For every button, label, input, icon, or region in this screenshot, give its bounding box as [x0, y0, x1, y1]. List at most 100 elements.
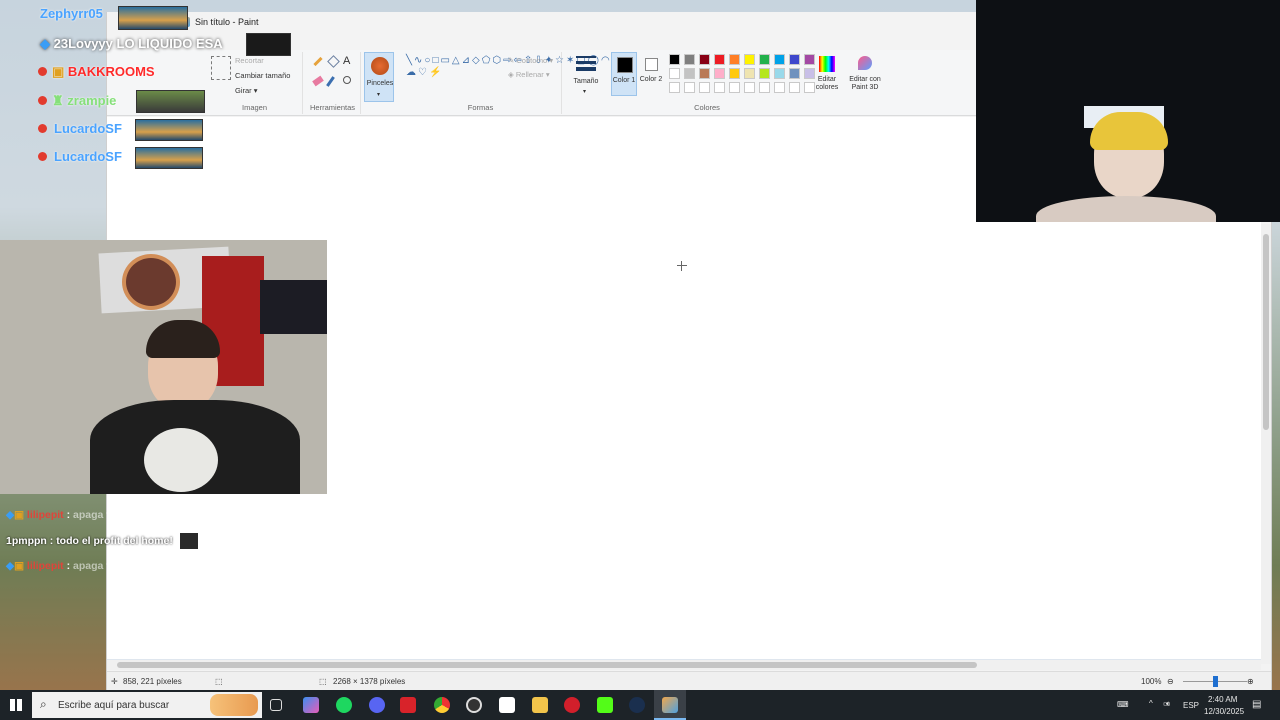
- palette-swatch[interactable]: [729, 54, 740, 65]
- pencil-icon[interactable]: [313, 56, 323, 67]
- capcut-icon[interactable]: [499, 697, 515, 713]
- vertical-scrollbar[interactable]: [1261, 224, 1271, 664]
- palette-swatch[interactable]: [669, 54, 680, 65]
- chat-message: ◆▣ lilipepit : apaga farro: [6, 509, 130, 521]
- volume-icon[interactable]: 🔈︎: [1166, 699, 1171, 709]
- spotify-icon[interactable]: [336, 697, 352, 713]
- opera-gx-icon[interactable]: [564, 697, 580, 713]
- palette-swatch[interactable]: [669, 82, 680, 93]
- notifications-icon[interactable]: ▤: [1252, 699, 1261, 710]
- palette-swatch[interactable]: [729, 82, 740, 93]
- chrome-icon[interactable]: [434, 697, 450, 713]
- windows-start-icon[interactable]: [10, 699, 22, 711]
- horizontal-scroll-thumb[interactable]: [117, 662, 977, 668]
- obs-mixer-icon[interactable]: [400, 697, 416, 713]
- search-box[interactable]: ⌕ Escribe aquí para buscar: [32, 692, 262, 718]
- color1-swatch: [617, 57, 633, 73]
- chat-message-text: todo el profit del home!: [56, 534, 173, 547]
- discord-icon[interactable]: [369, 697, 385, 713]
- kick-icon[interactable]: [597, 697, 613, 713]
- chat-message-text: apaga farro: [73, 560, 131, 572]
- brushes-button[interactable]: Pinceles ▾: [364, 52, 394, 102]
- alert-item: ▣ BAKKROOMS: [38, 64, 155, 80]
- fill-shape-button[interactable]: ◈ Rellenar ▾: [508, 70, 550, 79]
- palette-swatch[interactable]: [774, 68, 785, 79]
- palette-swatch[interactable]: [684, 54, 695, 65]
- group-colores: Color 1 Color 2 Editar colores Editar co…: [607, 52, 883, 114]
- palette-swatch[interactable]: [744, 82, 755, 93]
- palette-swatch[interactable]: [789, 82, 800, 93]
- palette-swatch[interactable]: [684, 68, 695, 79]
- palette-swatch[interactable]: [729, 68, 740, 79]
- edit-colors-button[interactable]: Editar colores: [813, 52, 841, 100]
- zoom-slider[interactable]: [1183, 676, 1247, 687]
- brush-icon: [371, 57, 389, 75]
- chat-colon: :: [46, 534, 57, 547]
- alert-thumbnail: [135, 147, 203, 169]
- palette-swatch[interactable]: [699, 82, 710, 93]
- palette-swatch[interactable]: [699, 68, 710, 79]
- zoom-in-button[interactable]: ⊕: [1247, 677, 1254, 686]
- paint-taskbar-button[interactable]: [654, 690, 686, 720]
- file-explorer-icon[interactable]: [532, 697, 548, 713]
- color2-button[interactable]: Color 2: [639, 52, 665, 96]
- taskbar: ⌕ Escribe aquí para buscar ⌨ ^ ▭ 🔈︎ ESP …: [0, 690, 1280, 720]
- rotate-button[interactable]: Girar ▾: [235, 86, 258, 95]
- keyboard-icon[interactable]: ⌨: [1117, 700, 1129, 709]
- copilot-icon[interactable]: [303, 697, 319, 713]
- color-palette: [669, 54, 819, 96]
- palette-swatch[interactable]: [789, 54, 800, 65]
- palette-swatch[interactable]: [774, 54, 785, 65]
- palette-swatch[interactable]: [714, 68, 725, 79]
- alert-thumbnail: [118, 6, 188, 30]
- palette-swatch[interactable]: [744, 68, 755, 79]
- chat-user: lilipepit: [26, 509, 64, 521]
- magnifier-icon[interactable]: [343, 76, 351, 84]
- fill-shape-label: Rellenar: [515, 70, 544, 79]
- show-hidden-icons[interactable]: ^: [1149, 699, 1153, 708]
- group-label-herramientas: Herramientas: [309, 103, 355, 112]
- palette-swatch[interactable]: [744, 54, 755, 65]
- paint3d-button[interactable]: Editar con Paint 3D: [845, 52, 885, 100]
- clock-date[interactable]: 12/30/2025: [1204, 707, 1244, 716]
- selection-size-icon: ⬚: [215, 677, 223, 686]
- language-indicator[interactable]: ESP: [1183, 701, 1199, 710]
- palette-swatch[interactable]: [684, 82, 695, 93]
- obs-icon[interactable]: [466, 697, 482, 713]
- palette-swatch[interactable]: [759, 54, 770, 65]
- resize-button[interactable]: Cambiar tamaño: [235, 71, 290, 80]
- color2-swatch: [645, 58, 658, 71]
- color1-button[interactable]: Color 1: [611, 52, 637, 96]
- group-label-imagen: Imagen: [241, 103, 268, 112]
- eraser-icon[interactable]: [312, 75, 324, 87]
- palette-swatch[interactable]: [789, 68, 800, 79]
- palette-swatch[interactable]: [714, 54, 725, 65]
- palette-swatch[interactable]: [759, 82, 770, 93]
- vertical-scroll-thumb[interactable]: [1263, 234, 1269, 430]
- zoom-slider-thumb[interactable]: [1213, 676, 1218, 687]
- task-view-icon[interactable]: [270, 699, 282, 711]
- gem-icon: ◆: [6, 509, 15, 521]
- outline-button[interactable]: ✎ Contorno ▾: [508, 56, 553, 65]
- palette-swatch[interactable]: [774, 82, 785, 93]
- palette-swatch[interactable]: [759, 68, 770, 79]
- shapes-gallery[interactable]: ╲∿○□▭△⊿◇⬠⬡⇨⇦⇧⇩✦☆✶▢◯◠☁♡⚡: [406, 55, 610, 93]
- select-button[interactable]: [211, 56, 231, 80]
- palette-swatch[interactable]: [699, 54, 710, 65]
- horizontal-scrollbar[interactable]: [107, 660, 1261, 670]
- clock-time[interactable]: 2:40 AM: [1208, 695, 1237, 704]
- emote-icon: [179, 533, 198, 549]
- color-picker-icon[interactable]: [326, 76, 335, 87]
- record-icon: [38, 152, 47, 161]
- record-icon: [38, 124, 47, 133]
- text-icon[interactable]: A: [343, 55, 350, 67]
- webcam-round-poster: [122, 254, 180, 310]
- brushes-label: Pinceles: [366, 80, 394, 87]
- fill-icon[interactable]: [327, 55, 340, 68]
- palette-swatch[interactable]: [669, 68, 680, 79]
- size-button[interactable]: Tamaño ▾: [571, 52, 601, 102]
- palette-swatch[interactable]: [714, 82, 725, 93]
- crop-button[interactable]: Recortar: [235, 56, 264, 65]
- zoom-out-button[interactable]: ⊖: [1167, 677, 1174, 686]
- steam-icon[interactable]: [629, 697, 645, 713]
